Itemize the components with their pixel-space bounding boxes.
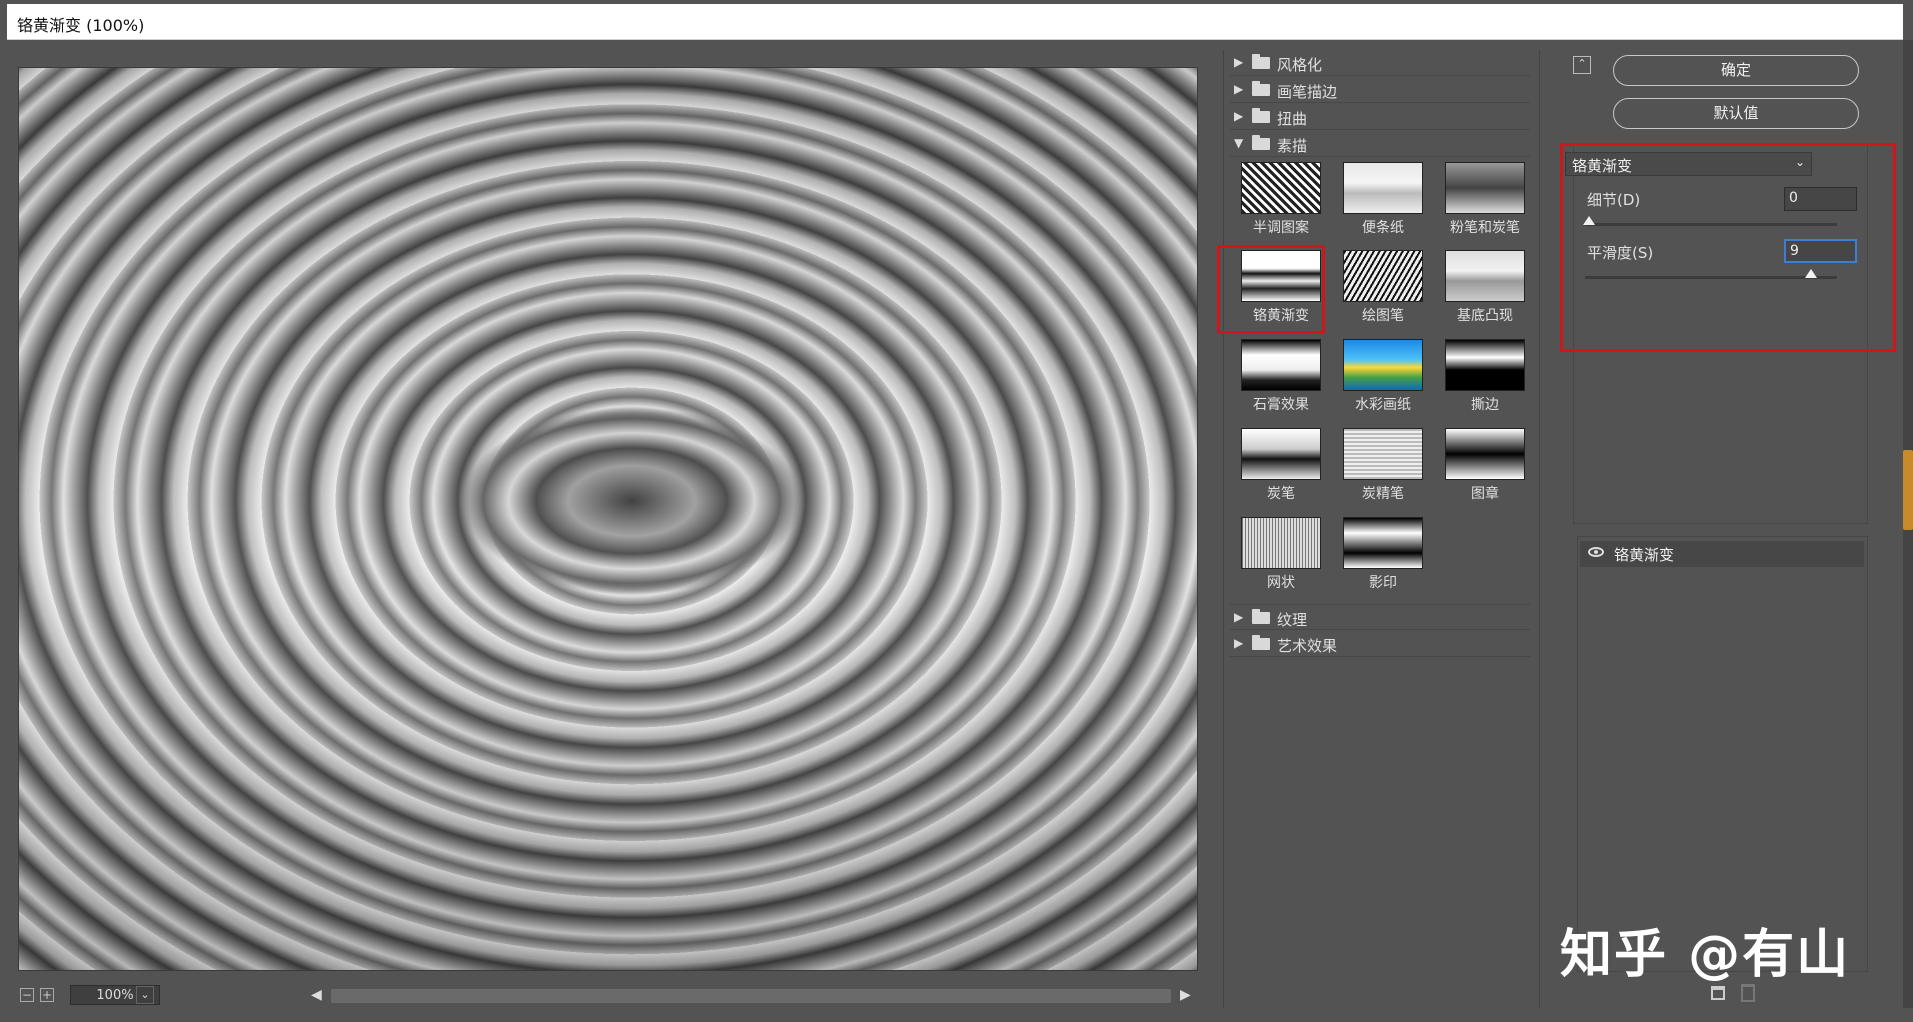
horizontal-scrollbar[interactable] [331, 989, 1171, 1003]
folder-stylize[interactable]: ▶ 风格化 [1230, 50, 1530, 76]
thumb-note-paper[interactable]: 便条纸 [1341, 160, 1425, 236]
expand-arrow-icon: ▶ [1234, 610, 1244, 624]
thumb-torn-edges[interactable]: 撕边 [1443, 337, 1527, 413]
folder-sketch[interactable]: ▼ 素描 [1230, 131, 1530, 157]
title-bar: 铬黄渐变 (100%) [7, 4, 1903, 40]
zoom-in-button[interactable]: + [40, 988, 54, 1002]
zoom-bar: − + 100% ⌄ ◀ ▶ [18, 985, 1198, 1007]
folder-distort[interactable]: ▶ 扭曲 [1230, 104, 1530, 130]
selected-filter-highlight [1217, 245, 1325, 334]
window-title: 铬黄渐变 (100%) [17, 16, 145, 35]
preview-image[interactable] [18, 67, 1198, 971]
thumb-halftone[interactable]: 半调图案 [1239, 160, 1323, 236]
collapse-gallery-icon[interactable]: ⌃ [1573, 56, 1591, 74]
thumb-plaster[interactable]: 石膏效果 [1239, 337, 1323, 413]
scroll-right-icon[interactable]: ▶ [1180, 987, 1191, 1003]
filter-gallery: ▶ 风格化 ▶ 画笔描边 ▶ 扭曲 ▼ 素描 半调图案 便条纸 粉笔和炭笔 铬黄… [1217, 50, 1540, 1008]
zoom-out-button[interactable]: − [20, 988, 34, 1002]
folder-artistic[interactable]: ▶ 艺术效果 [1230, 631, 1530, 657]
eye-icon[interactable] [1588, 547, 1604, 557]
thumb-photocopy[interactable]: 影印 [1341, 515, 1425, 591]
folder-open-icon [1252, 135, 1270, 150]
collapse-arrow-icon: ▼ [1234, 136, 1244, 150]
thumb-charcoal[interactable]: 炭笔 [1239, 426, 1323, 502]
new-effect-layer-icon[interactable] [1711, 986, 1725, 1000]
effect-layers-panel: 铬黄渐变 [1577, 536, 1868, 972]
effect-layer-row[interactable]: 铬黄渐变 [1580, 541, 1864, 567]
watermark: 知乎 @有山 [1560, 925, 1851, 985]
folder-icon [1252, 81, 1270, 96]
thumb-reticulation[interactable]: 网状 [1239, 515, 1323, 591]
default-button[interactable]: 默认值 [1613, 98, 1859, 129]
folder-brush-strokes[interactable]: ▶ 画笔描边 [1230, 77, 1530, 103]
folder-icon [1252, 54, 1270, 69]
settings-highlight [1560, 143, 1896, 352]
ok-button[interactable]: 确定 [1613, 55, 1859, 86]
expand-arrow-icon: ▶ [1234, 109, 1244, 123]
preview-area [7, 40, 1219, 1008]
folder-texture[interactable]: ▶ 纹理 [1230, 604, 1530, 630]
scroll-left-icon[interactable]: ◀ [311, 987, 322, 1003]
thumb-stamp[interactable]: 图章 [1443, 426, 1527, 502]
expand-arrow-icon: ▶ [1234, 55, 1244, 69]
thumb-bas-relief[interactable]: 基底凸现 [1443, 248, 1527, 324]
thumb-chalk-charcoal[interactable]: 粉笔和炭笔 [1443, 160, 1527, 236]
settings-panel: ⌃ 确定 默认值 铬黄渐变 ⌄ 细节(D) 0 平滑度(S) 9 铬黄渐变 [1543, 40, 1903, 1008]
thumb-graphic-pen[interactable]: 绘图笔 [1341, 248, 1425, 324]
vertical-scrollbar[interactable] [1903, 40, 1913, 1008]
folder-icon [1252, 609, 1270, 624]
thumb-water-paper[interactable]: 水彩画纸 [1341, 337, 1425, 413]
expand-arrow-icon: ▶ [1234, 82, 1244, 96]
folder-icon [1252, 108, 1270, 123]
thumb-conte-crayon[interactable]: 炭精笔 [1341, 426, 1425, 502]
expand-arrow-icon: ▶ [1234, 636, 1244, 650]
zoom-dropdown-icon[interactable]: ⌄ [136, 986, 154, 1004]
folder-icon [1252, 635, 1270, 650]
